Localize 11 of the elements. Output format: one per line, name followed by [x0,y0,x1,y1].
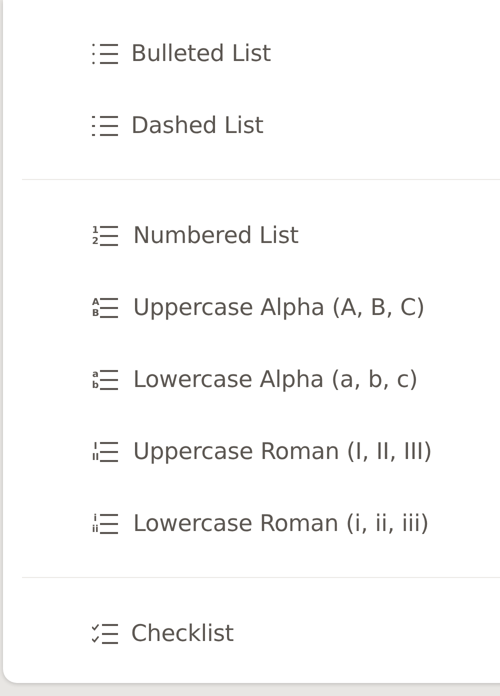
list-icon [92,114,118,138]
menu-item[interactable]: Checklist [3,598,500,670]
menu-item[interactable]: a b Lowercase Alpha (a, b, c) [3,344,500,416]
menu-item[interactable]: Bulleted List [3,18,500,90]
menu-item[interactable]: i ii Lowercase Roman (i, ii, iii) [3,488,500,560]
checklist-icon [92,622,118,646]
menu-item[interactable]: 1 2 Numbered List [3,200,500,272]
menu-item[interactable]: I II Uppercase Roman (I, II, III) [3,416,500,488]
menu-item[interactable]: Dashed List [3,90,500,162]
menu-item[interactable]: A B Uppercase Alpha (A, B, C) [3,272,500,344]
list-icon [92,42,118,66]
